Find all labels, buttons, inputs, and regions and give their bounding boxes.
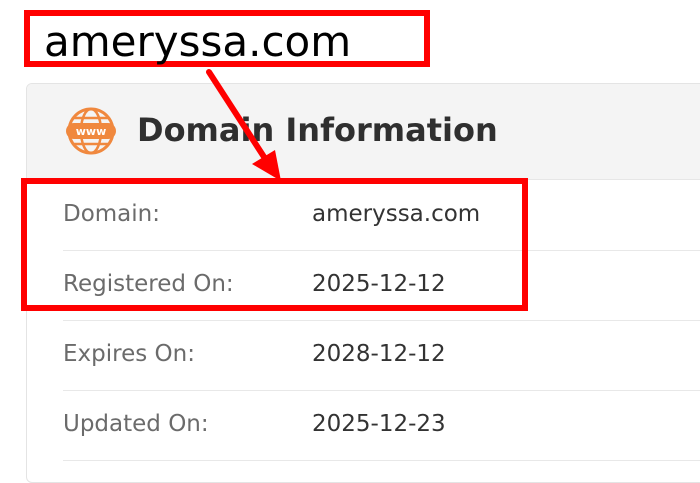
row-label: Expires On: [63, 341, 195, 367]
row-value: 2028-12-12 [312, 341, 446, 367]
card-header: www Domain Information [27, 84, 700, 180]
info-row-domain: Domain: ameryssa.com [63, 180, 700, 251]
row-value: 2025-12-23 [312, 411, 446, 437]
row-value: ameryssa.com [312, 201, 481, 227]
callout-domain-text: ameryssa.com [44, 17, 352, 66]
domain-callout-box: ameryssa.com [24, 10, 430, 67]
info-row-updated-on: Updated On: 2025-12-23 [63, 390, 700, 461]
info-row-expires-on: Expires On: 2028-12-12 [63, 320, 700, 391]
info-row-registered-on: Registered On: 2025-12-12 [63, 250, 700, 321]
domain-information-card: www Domain Information Domain: ameryssa.… [26, 83, 700, 483]
svg-text:www: www [76, 125, 107, 138]
row-label: Registered On: [63, 271, 234, 297]
row-value: 2025-12-12 [312, 271, 446, 297]
card-title: Domain Information [137, 111, 498, 149]
row-label: Domain: [63, 201, 160, 227]
www-globe-icon: www [66, 107, 116, 155]
row-label: Updated On: [63, 411, 209, 437]
